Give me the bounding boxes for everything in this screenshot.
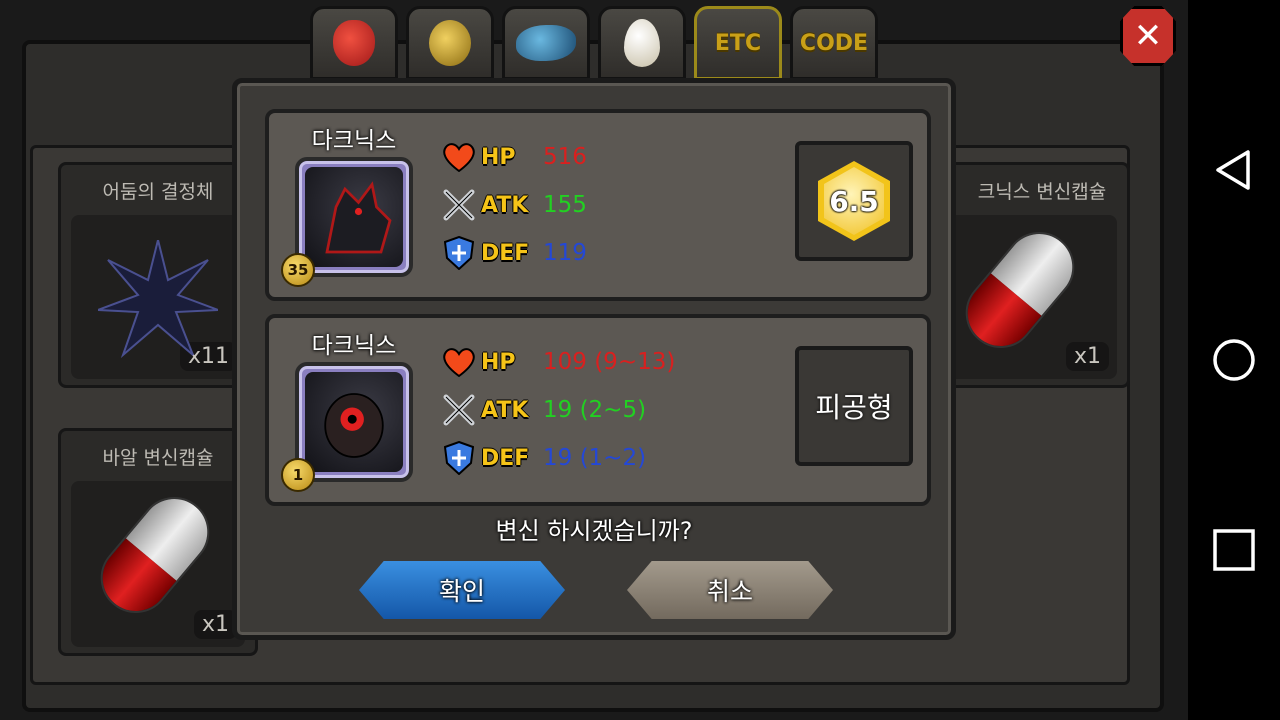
tab-egg[interactable] <box>598 6 686 80</box>
tab-fruit[interactable] <box>310 6 398 80</box>
def-label: DEF <box>481 240 530 266</box>
tab-code-label: CODE <box>799 30 869 56</box>
def-row: DEF 119 <box>441 233 587 273</box>
crossed-swords-icon <box>441 392 477 428</box>
def-value: 19 (1~2) <box>543 445 647 471</box>
close-icon: ✕ <box>1133 16 1163 56</box>
tab-code[interactable]: CODE <box>790 6 878 80</box>
item-count: x1 <box>193 610 237 639</box>
level-badge: 1 <box>281 458 315 492</box>
grade-value: 6.5 <box>829 184 879 218</box>
game-screen: ETC CODE ✕ 어둠의 결정체 x1 1 크닉스 변신캡슐 x1 바알 변신… <box>0 0 1188 720</box>
hp-row: HP 516 <box>441 137 587 177</box>
def-value: 119 <box>543 240 587 266</box>
atk-row: ATK 155 <box>441 185 587 225</box>
heart-icon <box>441 344 477 380</box>
back-triangle-icon <box>1216 150 1250 190</box>
def-row: DEF 19 (1~2) <box>441 438 646 478</box>
current-monster-panel: 다크닉스 35 HP 516 ATK 155 DEF 119 6.5 <box>265 109 931 301</box>
tab-etc[interactable]: ETC <box>694 6 782 80</box>
heart-icon <box>441 139 477 175</box>
grade-hex-icon: 6.5 <box>818 161 890 241</box>
confirm-button[interactable]: 확인 <box>359 561 565 619</box>
atk-value: 19 (2~5) <box>543 397 647 423</box>
home-button[interactable] <box>1210 336 1258 384</box>
item-name: 크닉스 변신캡슐 <box>977 181 1107 203</box>
confirm-question: 변신 하시겠습니까? <box>495 517 693 545</box>
item-name: 바알 변신캡슐 <box>102 447 214 469</box>
egg-icon <box>624 19 660 67</box>
atk-value: 155 <box>543 192 587 218</box>
atk-label: ATK <box>481 192 529 218</box>
atk-label: ATK <box>481 397 529 423</box>
pear-icon <box>333 20 375 66</box>
fish-icon <box>516 25 576 61</box>
recent-square-icon <box>1213 529 1255 571</box>
hp-label: HP <box>481 349 516 375</box>
tab-fish[interactable] <box>502 6 590 80</box>
monster-type: 피공형 <box>815 391 893 424</box>
hp-value: 109 (9~13) <box>543 349 676 375</box>
system-nav-bar <box>1188 0 1280 720</box>
monster-portrait <box>295 362 413 482</box>
hp-value: 516 <box>543 144 587 170</box>
cancel-button[interactable]: 취소 <box>627 561 833 619</box>
shield-icon <box>441 440 477 476</box>
close-button[interactable]: ✕ <box>1120 6 1176 66</box>
item-count: x1 <box>1065 342 1109 371</box>
monster-name: 다크닉스 <box>311 128 397 154</box>
home-circle-icon <box>1213 339 1255 381</box>
atk-row: ATK 19 (2~5) <box>441 390 646 430</box>
baby-dragon-icon <box>324 393 384 458</box>
level-badge: 35 <box>281 253 315 287</box>
dragon-icon <box>325 181 392 254</box>
grade-box: 6.5 <box>795 141 913 261</box>
crossed-swords-icon <box>441 187 477 223</box>
monster-name: 다크닉스 <box>311 333 397 359</box>
type-box: 피공형 <box>795 346 913 466</box>
hp-row: HP 109 (9~13) <box>441 342 675 382</box>
gold-ore-icon <box>429 20 471 66</box>
item-name: 어둠의 결정체 <box>102 181 214 203</box>
monster-portrait <box>295 157 413 277</box>
recent-apps-button[interactable] <box>1210 526 1258 574</box>
tab-gold[interactable] <box>406 6 494 80</box>
tab-etc-label: ETC <box>714 30 762 56</box>
shield-icon <box>441 235 477 271</box>
transform-dialog: 다크닉스 35 HP 516 ATK 155 DEF 119 6.5 다크닉스 … <box>232 78 956 640</box>
back-button[interactable] <box>1210 146 1258 194</box>
result-monster-panel: 다크닉스 1 HP 109 (9~13) ATK 19 (2~5) DEF 19… <box>265 314 931 506</box>
def-label: DEF <box>481 445 530 471</box>
dark-crystal-icon <box>98 240 218 359</box>
hp-label: HP <box>481 144 516 170</box>
